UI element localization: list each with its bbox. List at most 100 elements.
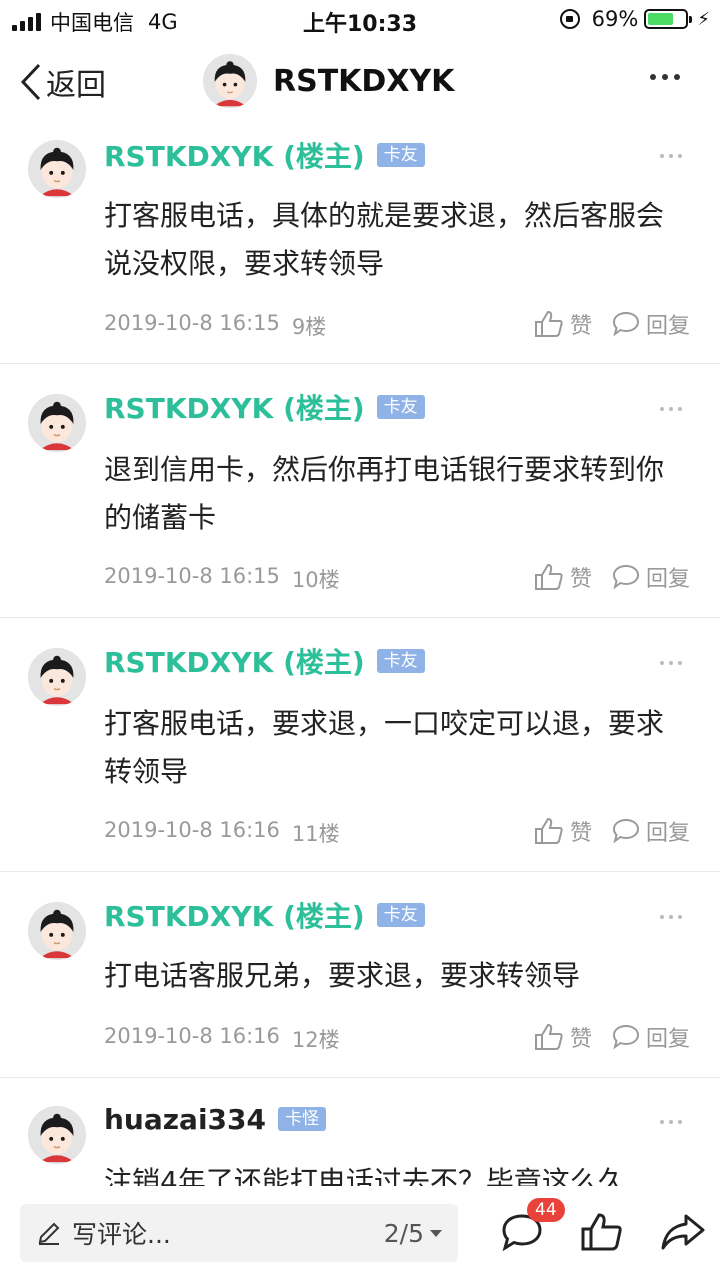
avatar[interactable]: [28, 1106, 86, 1164]
reply-button[interactable]: 回复: [612, 561, 690, 593]
page-indicator: 2/5: [383, 1219, 424, 1248]
post-header: RSTKDXYK (楼主) 卡友: [104, 392, 425, 425]
comment-icon: [612, 311, 639, 337]
username[interactable]: RSTKDXYK (楼主): [104, 895, 365, 935]
orientation-lock-icon: [559, 9, 580, 29]
reply-label: 回复: [645, 314, 690, 339]
battery-icon: [644, 9, 693, 29]
pencil-icon: [38, 1222, 60, 1245]
post-header: RSTKDXYK (楼主) 卡友: [104, 140, 425, 173]
post-content: 注销4年了还能打电话过去不？毕竟这么久: [104, 1165, 626, 1186]
nav-bar: 返回 RSTKDXYK: [0, 40, 720, 124]
status-bar: 中国电信 4G 上午10:33 69% ⚡: [0, 0, 720, 40]
more-options-icon[interactable]: [650, 74, 680, 80]
list-item: huazai334 卡怪 注销4年了还能打电话过去不？毕竟这么久: [0, 1078, 720, 1186]
post-content: 打电话客服兄弟，要求退，要求转领导: [104, 959, 581, 992]
post-content: 打客服电话，具体的就是要求退，然后客服会说没权限，要求转领导: [104, 199, 665, 280]
chevron-left-icon: [20, 63, 41, 101]
page-selector[interactable]: 2/5: [384, 1219, 442, 1248]
thumbs-up-icon: [534, 1023, 563, 1050]
caret-down-icon: [430, 1230, 442, 1237]
reply-button[interactable]: 回复: [612, 815, 690, 847]
post-more-icon[interactable]: [660, 915, 682, 919]
thumbs-up-icon: [534, 563, 563, 590]
username[interactable]: RSTKDXYK (楼主): [104, 135, 365, 175]
avatar[interactable]: [28, 394, 86, 452]
post-floor: 11楼: [291, 822, 340, 846]
user-badge: 卡友: [376, 903, 425, 927]
username[interactable]: RSTKDXYK (楼主): [104, 641, 365, 681]
post-date: 2019-10-8 16:15: [104, 564, 280, 588]
like-button[interactable]: 赞: [534, 815, 592, 847]
post-more-icon[interactable]: [660, 1120, 682, 1124]
comment-icon: [612, 818, 639, 844]
post-more-icon[interactable]: [660, 661, 682, 665]
post-meta: 2019-10-8 16:15 10楼: [104, 564, 340, 594]
post-actions: 赞 回复: [534, 815, 690, 847]
post-meta: 2019-10-8 16:16 11楼: [104, 818, 340, 848]
reply-button[interactable]: 回复: [612, 1021, 690, 1053]
post-meta: 2019-10-8 16:15 9楼: [104, 311, 326, 341]
status-right: 69% ⚡: [559, 7, 710, 31]
post-floor: 10楼: [291, 568, 340, 592]
share-icon[interactable]: [660, 1212, 706, 1252]
post-floor: 12楼: [291, 1028, 340, 1052]
list-item: RSTKDXYK (楼主) 卡友 退到信用卡，然后你再打电话银行要求转到你的储蓄…: [0, 364, 720, 618]
post-content: 退到信用卡，然后你再打电话银行要求转到你的储蓄卡: [104, 453, 665, 534]
like-button[interactable]: 赞: [534, 561, 592, 593]
thumbs-up-icon: [534, 310, 563, 337]
back-label: 返回: [46, 68, 106, 103]
comment-icon: [612, 1024, 639, 1050]
comment-placeholder: 写评论...: [72, 1220, 171, 1249]
back-button[interactable]: 返回: [20, 60, 106, 104]
post-content: 打客服电话，要求退，一口咬定可以退，要求转领导: [104, 707, 665, 788]
avatar[interactable]: [28, 902, 86, 960]
post-meta: 2019-10-8 16:16 12楼: [104, 1024, 340, 1054]
avatar[interactable]: [28, 648, 86, 706]
like-button[interactable]: 赞: [534, 1021, 592, 1053]
username[interactable]: huazai334: [104, 1103, 266, 1136]
reply-label: 回复: [645, 1027, 690, 1052]
list-item: RSTKDXYK (楼主) 卡友 打客服电话，具体的就是要求退，然后客服会说没权…: [0, 124, 720, 364]
like-button[interactable]: 赞: [534, 308, 592, 340]
comment-icon: [612, 564, 639, 590]
list-item: RSTKDXYK (楼主) 卡友 打客服电话，要求退，一口咬定可以退，要求转领导…: [0, 618, 720, 872]
like-label: 赞: [569, 314, 592, 339]
page-title: RSTKDXYK: [273, 63, 455, 99]
avatar[interactable]: [28, 140, 86, 198]
post-date: 2019-10-8 16:15: [104, 311, 280, 335]
thumbs-up-icon: [534, 817, 563, 844]
thumbs-up-icon[interactable]: [580, 1212, 624, 1252]
user-badge: 卡怪: [278, 1107, 326, 1131]
post-floor: 9楼: [291, 315, 327, 339]
post-header: RSTKDXYK (楼主) 卡友: [104, 646, 425, 679]
reply-label: 回复: [645, 567, 690, 592]
reply-label: 回复: [645, 821, 690, 846]
post-date: 2019-10-8 16:16: [104, 1024, 280, 1048]
bottom-bar: 写评论... 2/5 44: [0, 1186, 720, 1280]
like-label: 赞: [569, 1027, 592, 1052]
list-item: RSTKDXYK (楼主) 卡友 打电话客服兄弟，要求退，要求转领导 2019-…: [0, 872, 720, 1078]
user-badge: 卡友: [376, 143, 425, 167]
like-label: 赞: [569, 821, 592, 846]
comment-input[interactable]: 写评论... 2/5: [20, 1204, 458, 1262]
user-badge: 卡友: [376, 649, 425, 673]
battery-percent: 69%: [591, 7, 639, 31]
like-label: 赞: [569, 567, 592, 592]
charging-icon: ⚡: [697, 8, 710, 30]
username[interactable]: RSTKDXYK (楼主): [104, 387, 365, 427]
post-header: huazai334 卡怪: [104, 1103, 326, 1136]
post-actions: 赞 回复: [534, 1021, 690, 1053]
post-more-icon[interactable]: [660, 154, 682, 158]
post-more-icon[interactable]: [660, 407, 682, 411]
user-badge: 卡友: [376, 395, 425, 419]
post-actions: 赞 回复: [534, 308, 690, 340]
avatar: [203, 54, 257, 108]
post-actions: 赞 回复: [534, 561, 690, 593]
reply-button[interactable]: 回复: [612, 308, 690, 340]
post-header: RSTKDXYK (楼主) 卡友: [104, 900, 425, 933]
nav-author[interactable]: RSTKDXYK: [203, 54, 454, 108]
post-date: 2019-10-8 16:16: [104, 818, 280, 842]
comment-count-badge: 44: [527, 1198, 565, 1222]
battery-fill: [648, 13, 674, 25]
